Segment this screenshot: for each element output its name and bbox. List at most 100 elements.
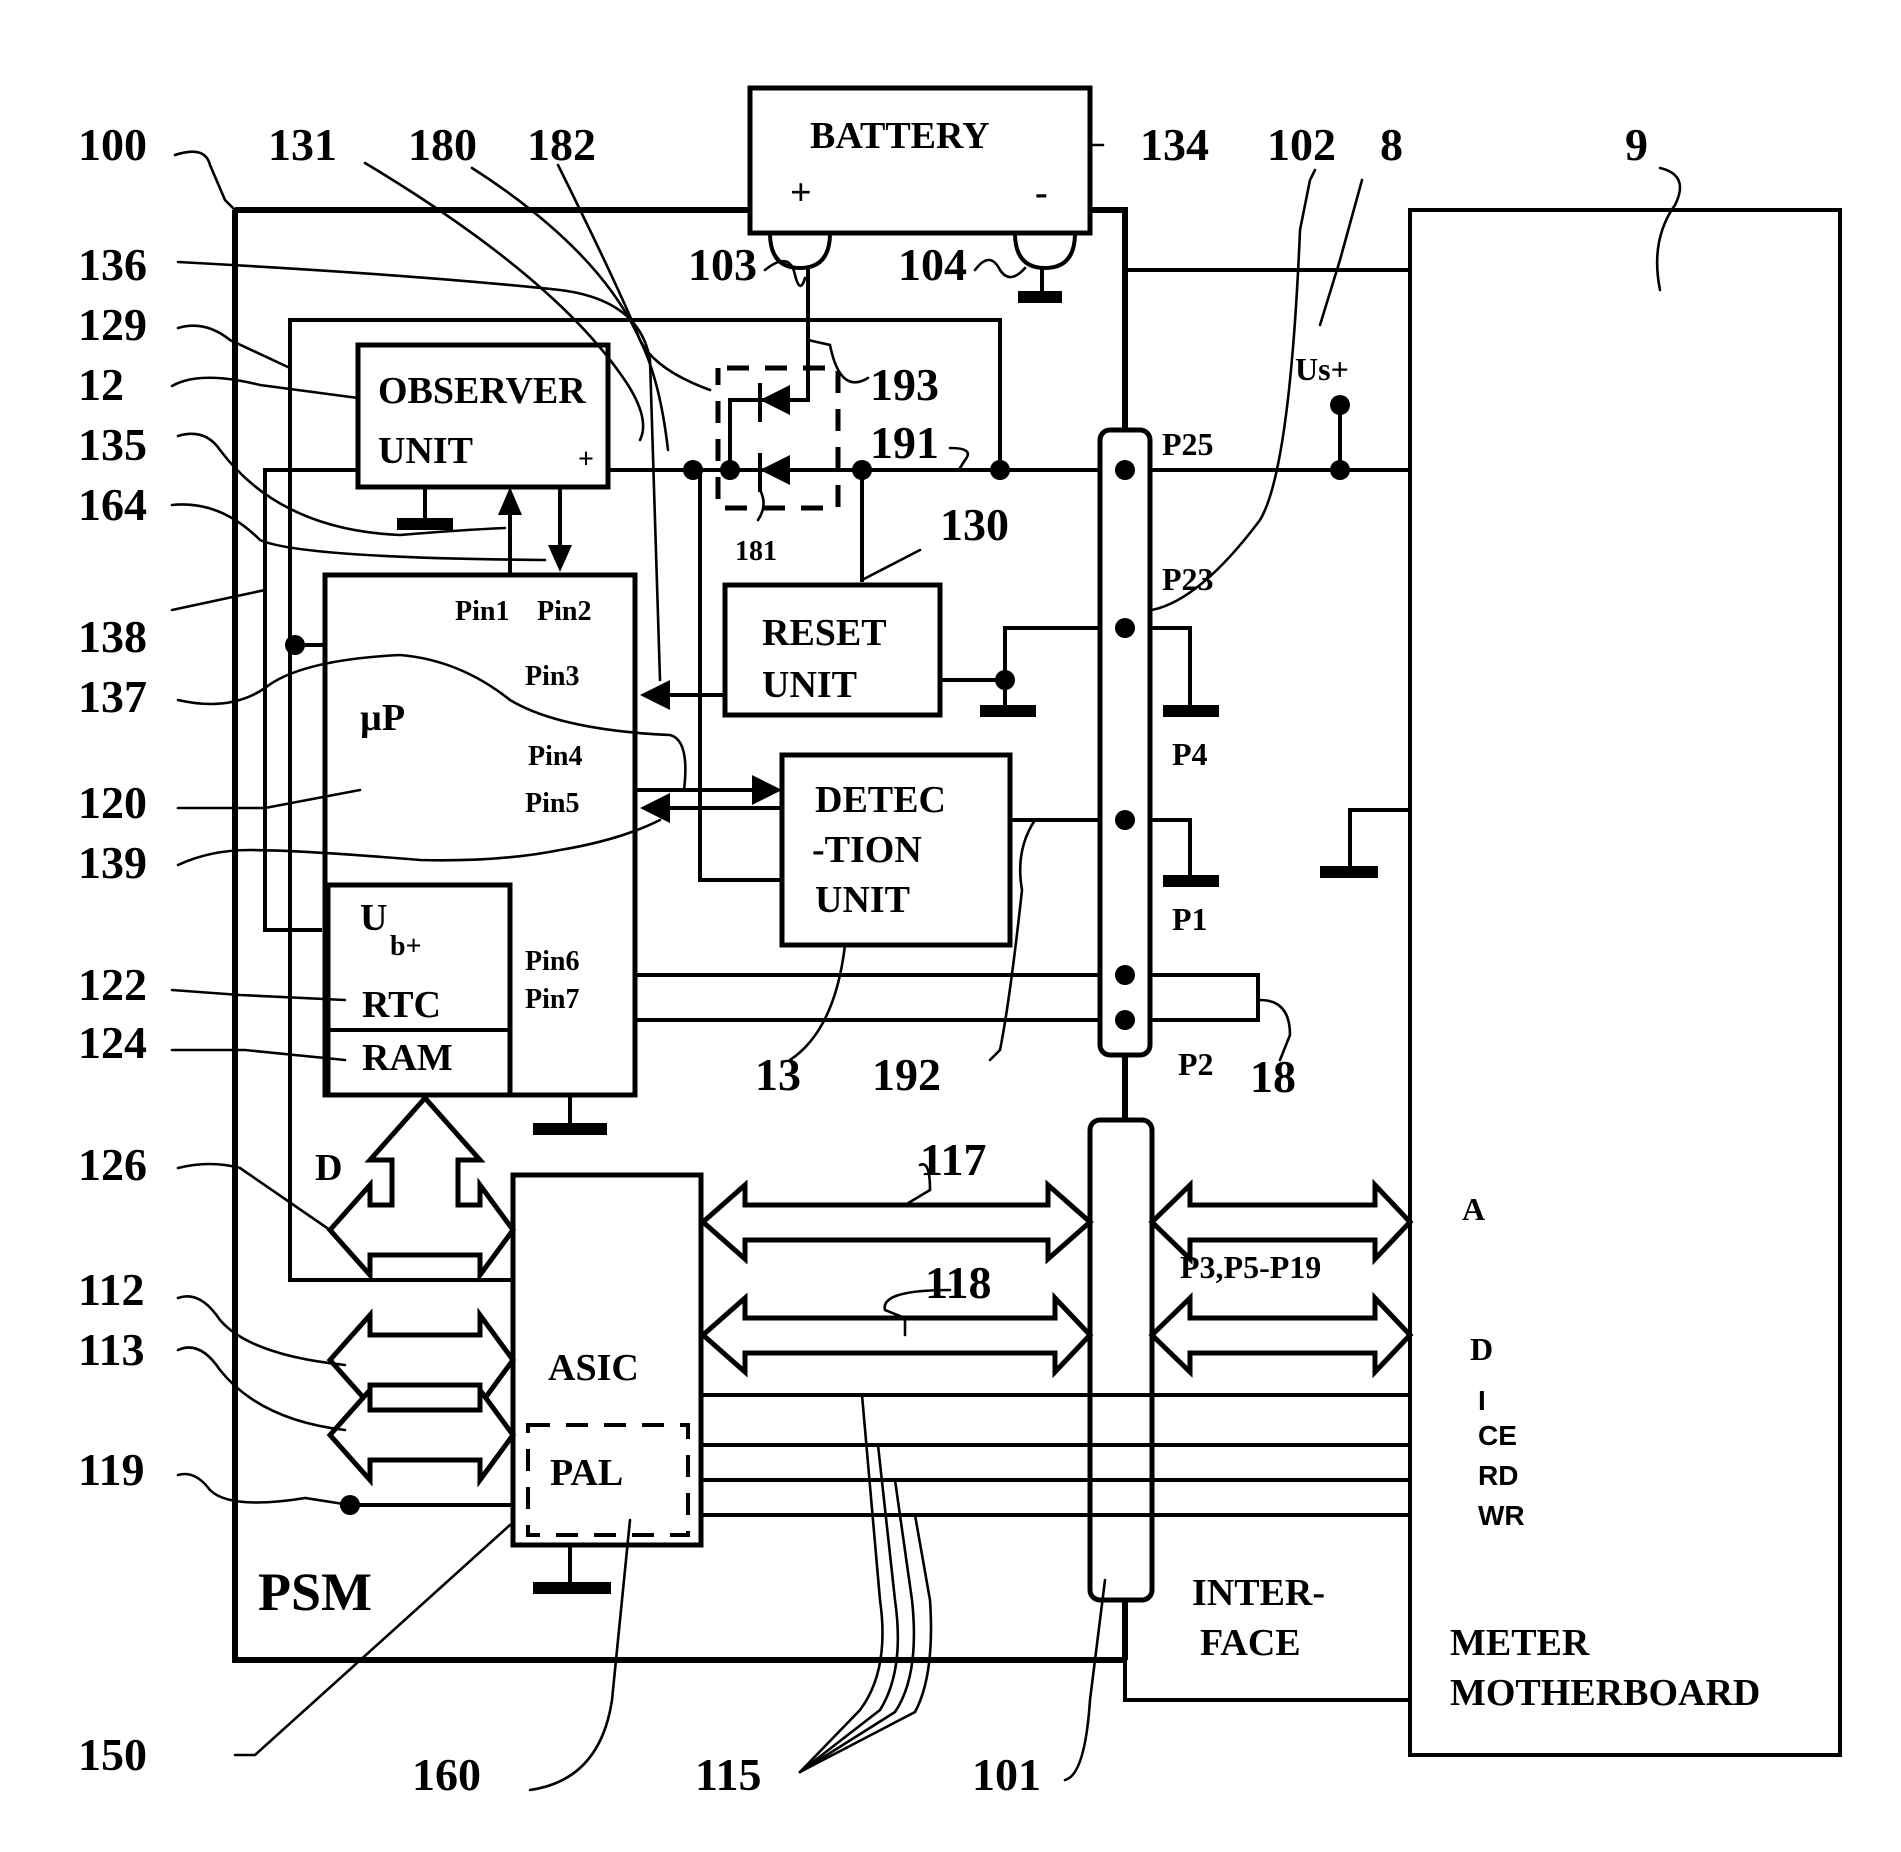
pin5-label: Pin5 xyxy=(525,788,579,819)
diode-block xyxy=(715,365,841,511)
p25-label: P25 xyxy=(1162,426,1214,462)
ub-sub: b+ xyxy=(390,931,422,962)
ref-193: 193 xyxy=(870,359,939,410)
ground-symbol xyxy=(397,518,453,530)
ref-160: 160 xyxy=(412,1749,481,1800)
motherboard-label-1: METER xyxy=(1450,1622,1590,1664)
diode-icon xyxy=(760,385,790,415)
pin6-label: Pin6 xyxy=(525,946,579,977)
ref-129: 129 xyxy=(78,299,147,350)
observer-plus: + xyxy=(578,444,594,475)
asic-block: ASIC PAL xyxy=(510,1172,704,1594)
ref-113: 113 xyxy=(78,1324,144,1375)
ref-122: 122 xyxy=(78,959,147,1010)
bus-a xyxy=(1148,1178,1414,1266)
meter-motherboard: METER MOTHERBOARD A D I CE RD WR xyxy=(1408,208,1842,1757)
ub-u: U xyxy=(360,897,387,939)
ref-13: 13 xyxy=(755,1049,801,1100)
ref-102: 102 xyxy=(1267,119,1336,170)
pin2-label: Pin2 xyxy=(537,596,591,627)
battery-block: BATTERY + - xyxy=(747,85,1093,382)
battery-label: BATTERY xyxy=(810,115,990,157)
ref-139: 139 xyxy=(78,837,147,888)
signal-i: I xyxy=(1478,1385,1486,1416)
connector-101 xyxy=(1087,1117,1155,1603)
interface-label-1: INTER- xyxy=(1192,1572,1325,1614)
ground-symbol xyxy=(1163,875,1219,887)
rtc-label: RTC xyxy=(362,984,441,1026)
ref-100: 100 xyxy=(78,119,147,170)
asic-label: ASIC xyxy=(548,1347,639,1389)
battery-minus: - xyxy=(1035,172,1048,214)
bus-d xyxy=(1148,1291,1414,1379)
motherboard-label-2: MOTHERBOARD xyxy=(1450,1672,1760,1714)
detection-label-3: UNIT xyxy=(815,879,910,921)
ref-181: 181 xyxy=(735,536,777,567)
observer-label-2: UNIT xyxy=(378,430,473,472)
ground-symbol xyxy=(1320,866,1378,878)
ram-label: RAM xyxy=(362,1037,453,1079)
ref-112: 112 xyxy=(78,1264,144,1315)
bus-126: D xyxy=(315,1094,517,1283)
ref-120: 120 xyxy=(78,777,147,828)
ref-118: 118 xyxy=(925,1257,991,1308)
ref-12: 12 xyxy=(78,359,124,410)
ground-symbol xyxy=(533,1123,607,1135)
pin4-label: Pin4 xyxy=(528,741,582,772)
ref-124: 124 xyxy=(78,1017,147,1068)
ref-136: 136 xyxy=(78,239,147,290)
ref-191: 191 xyxy=(870,417,939,468)
arrow-up-icon xyxy=(498,487,522,515)
reset-label-2: UNIT xyxy=(762,664,857,706)
reset-label-1: RESET xyxy=(762,612,887,654)
ref-117: 117 xyxy=(920,1134,986,1185)
signal-rd: RD xyxy=(1478,1460,1518,1491)
interface-label-2: FACE xyxy=(1200,1622,1301,1664)
p1-label: P1 xyxy=(1172,901,1208,937)
ground-symbol xyxy=(980,705,1036,717)
signal-d: D xyxy=(1470,1331,1493,1367)
pal-label: PAL xyxy=(550,1452,623,1494)
ref-119: 119 xyxy=(78,1444,144,1495)
bus-112 xyxy=(326,1307,517,1413)
ref-103: 103 xyxy=(688,239,757,290)
ref-150: 150 xyxy=(78,1729,147,1780)
micro-label: µP xyxy=(360,697,405,739)
ref-104: 104 xyxy=(898,239,967,290)
ref-101: 101 xyxy=(972,1749,1041,1800)
ref-8: 8 xyxy=(1380,119,1403,170)
arrow-down-icon xyxy=(548,545,572,572)
arrow-right-icon xyxy=(752,775,782,805)
arrow-left-icon xyxy=(640,680,670,710)
ref-182: 182 xyxy=(527,119,596,170)
ref-192: 192 xyxy=(872,1049,941,1100)
connector-102 xyxy=(1097,427,1153,1058)
ref-180: 180 xyxy=(408,119,477,170)
bus-118 xyxy=(699,1291,1094,1379)
pin3-label: Pin3 xyxy=(525,661,579,692)
detection-label-1: DETEC xyxy=(815,779,946,821)
ref-18: 18 xyxy=(1250,1051,1296,1102)
ground-symbol xyxy=(533,1582,611,1594)
signal-a: A xyxy=(1462,1191,1485,1227)
ref-130: 130 xyxy=(940,499,1009,550)
battery-plus: + xyxy=(790,172,812,214)
circuit-diagram: PSM BATTERY + - OBSERVER UNIT + Us+ µP P… xyxy=(78,85,1842,1800)
ref-134: 134 xyxy=(1140,119,1209,170)
pin7-label: Pin7 xyxy=(525,984,579,1015)
detection-label-2: -TION xyxy=(812,829,922,871)
ref-135: 135 xyxy=(78,419,147,470)
ref-126: 126 xyxy=(78,1139,147,1190)
signal-ce: CE xyxy=(1478,1420,1517,1451)
ref-9: 9 xyxy=(1625,119,1648,170)
rtc-ram-block: U b+ RTC RAM xyxy=(325,882,513,1098)
bus-113 xyxy=(326,1382,517,1488)
psm-label: PSM xyxy=(258,1562,372,1622)
bus-d-label: D xyxy=(315,1147,342,1189)
pin1-label: Pin1 xyxy=(455,596,509,627)
observer-label-1: OBSERVER xyxy=(378,370,586,412)
p4-label: P4 xyxy=(1172,736,1208,772)
signal-wr: WR xyxy=(1478,1500,1525,1531)
ref-115: 115 xyxy=(695,1749,761,1800)
ref-137: 137 xyxy=(78,671,147,722)
